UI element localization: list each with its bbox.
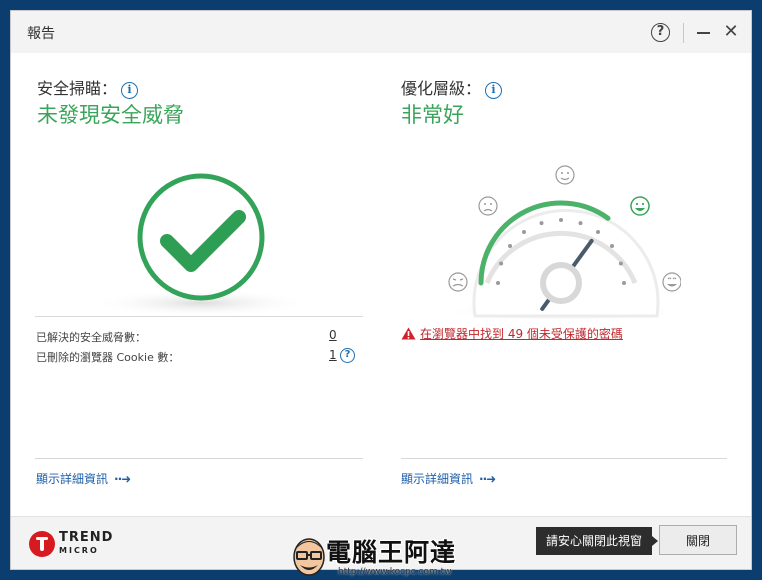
resolved-threats-label: 已解決的安全威脅數： bbox=[36, 331, 146, 344]
smile-face-icon bbox=[555, 165, 575, 185]
security-scan-info-icon[interactable]: i bbox=[121, 82, 139, 99]
gauge-tick bbox=[559, 218, 563, 222]
optimization-info-icon[interactable]: i bbox=[485, 82, 503, 99]
unprotected-passwords-warning: 在瀏覽器中找到 49 個未受保護的密碼 bbox=[401, 325, 623, 342]
window-title: 報告 bbox=[27, 26, 55, 42]
optimization-title: 優化層級： i bbox=[401, 75, 503, 99]
optimization-gauge bbox=[441, 165, 681, 319]
site-watermark: 電腦王阿達 http://www.kocpc.com.tw bbox=[290, 527, 470, 580]
mascot-face-icon bbox=[293, 538, 325, 576]
right-show-details-text: 顯示詳細資訊 bbox=[401, 472, 474, 486]
check-shadow bbox=[91, 289, 311, 317]
titlebar-divider bbox=[683, 23, 684, 43]
security-scan-title-text: 安全掃瞄： bbox=[37, 79, 118, 98]
cookie-help-icon[interactable]: ? bbox=[340, 348, 355, 363]
check-illustration bbox=[91, 173, 311, 317]
optimization-status: 非常好 bbox=[401, 103, 464, 127]
laughing-face-icon bbox=[662, 272, 681, 292]
gauge-tick bbox=[522, 230, 526, 234]
gauge-tick bbox=[618, 261, 623, 266]
checkmark-icon bbox=[160, 210, 246, 272]
angry-face-icon bbox=[448, 272, 468, 292]
gauge-tick bbox=[578, 221, 583, 226]
title-bar: 報告 ? ✕ bbox=[11, 11, 751, 53]
gauge-hub bbox=[540, 262, 582, 304]
minimize-icon[interactable] bbox=[697, 32, 710, 34]
optimization-title-text: 優化層級： bbox=[401, 79, 482, 98]
happy-face-icon bbox=[630, 196, 650, 216]
deleted-cookies-label: 已刪除的瀏覽器 Cookie 數： bbox=[36, 351, 180, 364]
left-show-details-link[interactable]: 顯示詳細資訊 ··➜ bbox=[36, 470, 131, 487]
gauge-tick bbox=[539, 221, 544, 226]
right-footer-divider bbox=[401, 458, 727, 459]
left-footer-divider bbox=[35, 458, 363, 459]
watermark-text: 電腦王阿達 bbox=[326, 538, 457, 567]
gauge-tick bbox=[610, 244, 614, 248]
right-show-details-link[interactable]: 顯示詳細資訊 ··➜ bbox=[401, 470, 496, 487]
trend-micro-logo: TREND MICRO bbox=[29, 527, 112, 561]
report-window: 報告 ? ✕ 安全掃瞄： i 未發現安全威脅 已解決的安全威脅數： 0 已刪除的瀏… bbox=[10, 10, 752, 570]
gauge-tick bbox=[508, 244, 512, 248]
left-stats-divider bbox=[35, 316, 363, 317]
resolved-threats-value[interactable]: 0 bbox=[329, 328, 337, 342]
deleted-cookies-value[interactable]: 1 bbox=[329, 348, 337, 362]
warning-icon bbox=[401, 327, 416, 340]
unprotected-passwords-link[interactable]: 在瀏覽器中找到 49 個未受保護的密碼 bbox=[420, 327, 623, 341]
gauge-tick bbox=[499, 261, 504, 266]
brand-sub: MICRO bbox=[59, 546, 99, 555]
help-icon[interactable]: ? bbox=[651, 23, 670, 42]
gauge-tick bbox=[622, 281, 626, 285]
left-show-details-text: 顯示詳細資訊 bbox=[36, 472, 109, 486]
sad-face-icon bbox=[478, 196, 498, 216]
gauge-tick bbox=[496, 281, 500, 285]
watermark-url: http://www.kocpc.com.tw bbox=[338, 567, 452, 577]
check-circle bbox=[137, 173, 265, 301]
security-scan-status: 未發現安全威脅 bbox=[37, 103, 184, 127]
close-icon[interactable]: ✕ bbox=[723, 23, 739, 41]
close-tooltip: 請安心關閉此視窗 bbox=[536, 527, 659, 555]
gauge-tick bbox=[596, 230, 600, 234]
brand-name: TREND bbox=[59, 530, 114, 545]
trend-micro-logo-icon bbox=[29, 531, 55, 557]
security-scan-title: 安全掃瞄： i bbox=[37, 75, 139, 99]
double-arrow-right-icon: ··➜ bbox=[114, 472, 131, 486]
double-arrow-right-icon: ··➜ bbox=[479, 472, 496, 486]
close-button[interactable]: 關閉 bbox=[659, 525, 737, 555]
